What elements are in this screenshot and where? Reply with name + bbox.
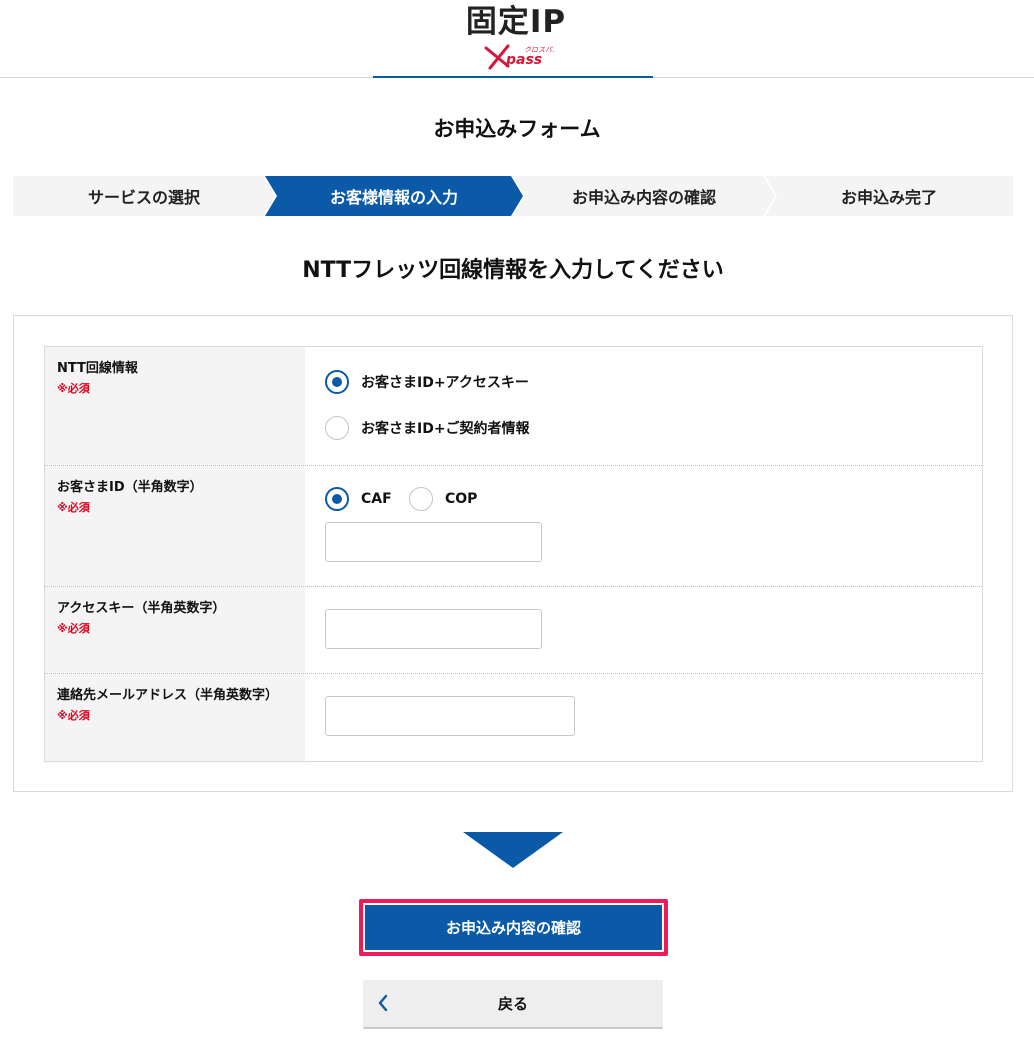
step-complete: お申込み完了 <box>765 176 1013 216</box>
radio-label: お客さまID+アクセスキー <box>361 375 529 391</box>
down-arrow-icon <box>463 832 563 868</box>
radio-label: COP <box>445 491 478 507</box>
step-confirm: お申込み内容の確認 <box>513 176 775 216</box>
radio-button[interactable] <box>325 416 349 440</box>
step-label: お客様情報の入力 <box>329 188 458 207</box>
page-title: お申込みフォーム <box>433 117 601 141</box>
step-service-selection: サービスの選択 <box>13 176 275 216</box>
radio-button[interactable] <box>325 370 349 394</box>
radio-option-caf[interactable]: CAF <box>325 487 392 511</box>
form-row-customer-id: お客さまID（半角数字） ※必須 CAF COP <box>45 466 982 587</box>
xpass-logo-icon: クロスパス pass <box>484 44 554 70</box>
form-row-email: 連絡先メールアドレス（半角英数字） ※必須 <box>45 674 982 761</box>
radio-button[interactable] <box>325 487 349 511</box>
form-row-access-key: アクセスキー（半角英数字） ※必須 <box>45 587 982 674</box>
logo[interactable]: 固定IP クロスパス pass <box>460 4 572 70</box>
access-key-label: アクセスキー（半角英数字） <box>57 601 226 616</box>
required-mark: ※必須 <box>57 382 90 395</box>
radio-label: お客さまID+ご契約者情報 <box>361 421 530 437</box>
customer-id-input[interactable] <box>325 522 542 562</box>
access-key-input[interactable] <box>325 609 542 649</box>
radio-label: CAF <box>361 491 392 507</box>
header-accent-line <box>373 76 653 78</box>
back-button-label: 戻る <box>497 995 528 1013</box>
email-input[interactable] <box>325 696 575 736</box>
required-mark: ※必須 <box>57 501 90 514</box>
svg-text:pass: pass <box>505 52 542 68</box>
field-value-cell: お客さまID+アクセスキー お客さまID+ご契約者情報 <box>305 347 982 465</box>
form-container: NTT回線情報 ※必須 お客さまID+アクセスキー お客さまID+ご契約者情報 … <box>13 315 1013 792</box>
section-title: NTTフレッツ回線情報を入力してください <box>302 258 724 283</box>
line-info-label: NTT回線情報 <box>57 361 138 376</box>
step-label: お申込み完了 <box>840 188 937 207</box>
required-mark: ※必須 <box>57 709 90 722</box>
step-label: サービスの選択 <box>87 188 200 207</box>
progress-steps: サービスの選択 お客様情報の入力 お申込み内容の確認 お申込み完了 <box>13 176 1013 216</box>
radio-option-id-contract[interactable]: お客さまID+ご契約者情報 <box>325 416 530 440</box>
step-customer-info: お客様情報の入力 <box>265 176 523 216</box>
field-label-cell: 連絡先メールアドレス（半角英数字） ※必須 <box>45 674 305 761</box>
radio-option-id-accesskey[interactable]: お客さまID+アクセスキー <box>325 370 529 394</box>
step-label: お申込み内容の確認 <box>571 188 716 207</box>
field-label-cell: お客さまID（半角数字） ※必須 <box>45 466 305 586</box>
field-value-cell <box>305 674 982 761</box>
confirm-button-highlight: お申込み内容の確認 <box>359 899 668 956</box>
field-value-cell: CAF COP <box>305 466 982 586</box>
form-table: NTT回線情報 ※必須 お客さまID+アクセスキー お客さまID+ご契約者情報 … <box>44 346 983 762</box>
back-button[interactable]: 戻る <box>363 980 663 1029</box>
radio-button[interactable] <box>409 487 433 511</box>
field-value-cell <box>305 587 982 673</box>
confirm-button[interactable]: お申込み内容の確認 <box>365 905 662 950</box>
email-label: 連絡先メールアドレス（半角英数字） <box>57 688 279 703</box>
required-mark: ※必須 <box>57 622 90 635</box>
chevron-left-icon <box>378 994 388 1012</box>
field-label-cell: NTT回線情報 ※必須 <box>45 347 305 465</box>
radio-option-cop[interactable]: COP <box>409 487 477 511</box>
customer-id-label: お客さまID（半角数字） <box>57 480 203 495</box>
form-row-line-info: NTT回線情報 ※必須 お客さまID+アクセスキー お客さまID+ご契約者情報 <box>45 347 982 466</box>
site-header: 固定IP クロスパス pass <box>0 0 1034 78</box>
logo-main-text: 固定IP <box>465 4 567 40</box>
field-label-cell: アクセスキー（半角英数字） ※必須 <box>45 587 305 673</box>
